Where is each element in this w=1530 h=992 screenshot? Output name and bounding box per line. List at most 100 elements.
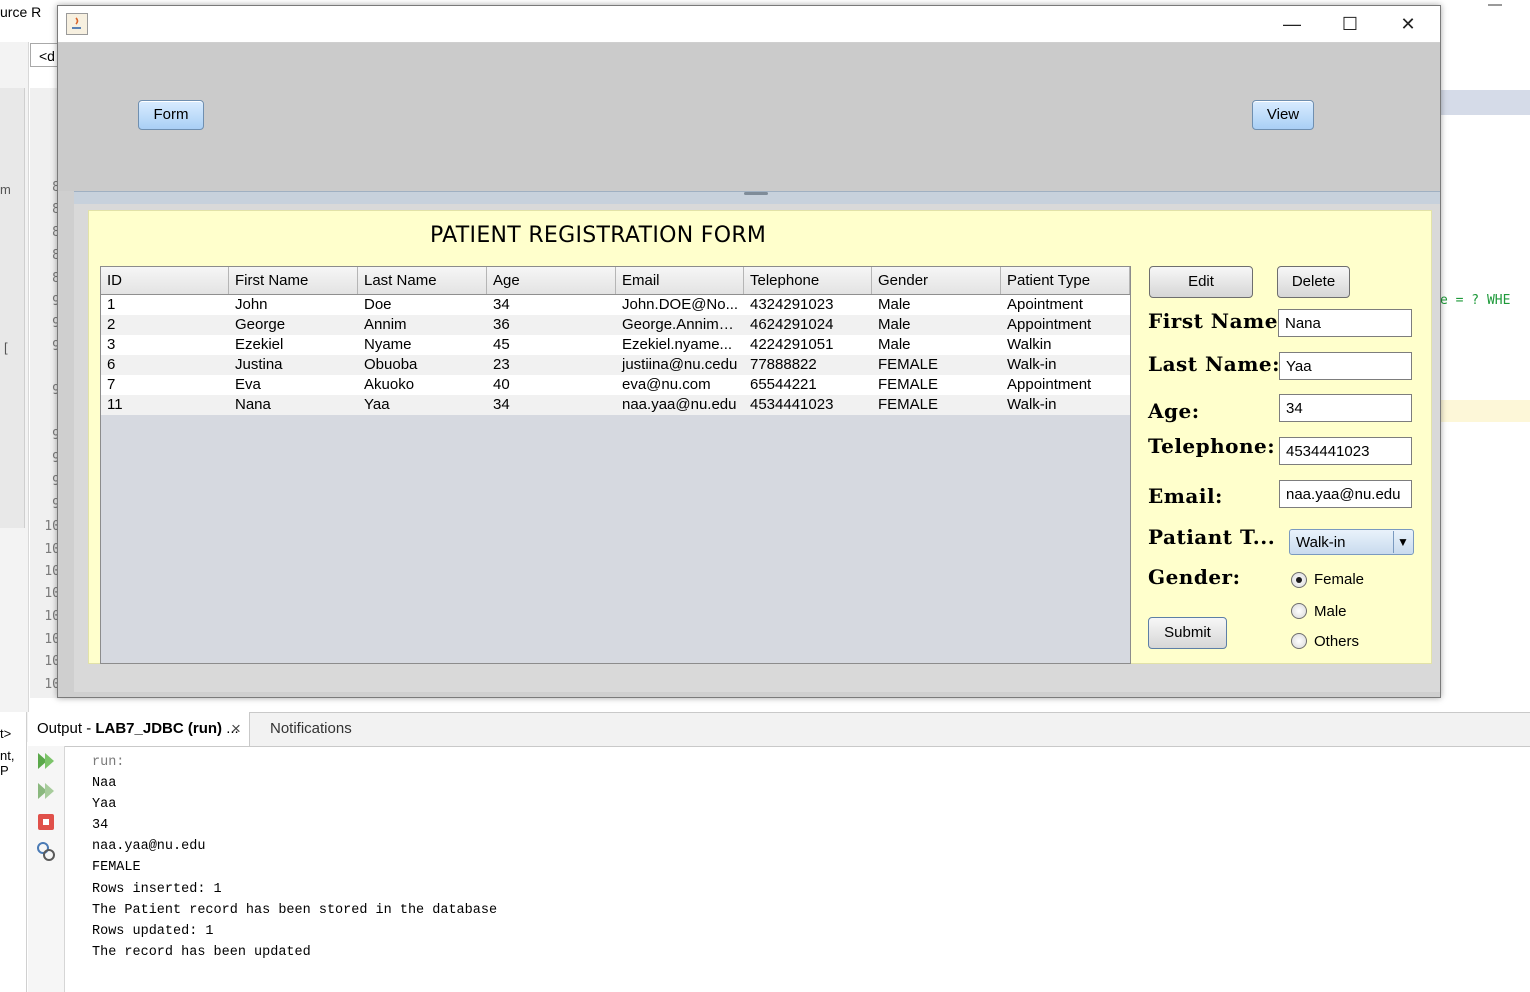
table-cell: Eva	[235, 376, 261, 393]
line-number: 10	[44, 654, 60, 669]
line-number: 9	[32, 474, 60, 489]
edit-button[interactable]: Edit	[1149, 266, 1253, 298]
line-number: 9	[32, 451, 60, 466]
tab-output[interactable]: Output - LAB7_JDBC (run) ... ×	[28, 712, 250, 746]
line-number: 9	[32, 339, 60, 354]
settings-icon[interactable]	[35, 840, 57, 862]
delete-button[interactable]: Delete	[1277, 266, 1350, 298]
table-cell: FEMALE	[878, 396, 939, 413]
line-number: 10	[44, 609, 60, 624]
table-row[interactable]: 6 Justina Obuoba 23 justiina@nu.cedu 77888822…	[101, 355, 1130, 375]
gender-radio-others[interactable]	[1291, 633, 1307, 649]
telephone-label: Telephone:	[1148, 434, 1276, 458]
console-line: 34	[92, 818, 109, 834]
table-cell: FEMALE	[878, 356, 939, 373]
table-row[interactable]: 11 Nana Yaa 34 naa.yaa@nu.edu 4534441023 FEMAL…	[101, 395, 1130, 415]
table-cell: Walk-in	[1007, 396, 1057, 413]
ide-editor-right	[1440, 150, 1530, 698]
table-cell: 3	[107, 336, 116, 353]
console-line: Rows updated: 1	[92, 923, 214, 939]
chevron-down-icon[interactable]: ▼	[1393, 531, 1412, 553]
column-header[interactable]: ID	[101, 267, 229, 294]
table-cell: Male	[878, 336, 911, 353]
console-line: Rows inserted: 1	[92, 881, 222, 897]
age-field[interactable]: 34	[1279, 394, 1412, 422]
gender-option-female[interactable]: Female	[1314, 571, 1364, 588]
table-cell: Apointment	[1007, 296, 1083, 313]
table-row[interactable]: 3 Ezekiel Nyame 45 Ezekiel.nyame... 422429105…	[101, 335, 1130, 355]
output-tab-bar	[28, 712, 1530, 747]
minimize-button[interactable]: —	[1263, 6, 1321, 42]
ide-minimize-icon[interactable]	[1488, 4, 1502, 6]
table-cell: John.DOE@No...	[622, 296, 739, 313]
line-number: 10	[44, 542, 60, 557]
table-row[interactable]: 7 Eva Akuoko 40 eva@nu.com 65544221 FEMALE Appo…	[101, 375, 1130, 395]
split-grip-icon[interactable]	[744, 192, 768, 195]
output-tab-prefix: Output -	[37, 720, 96, 737]
java-icon	[66, 13, 88, 35]
table-cell: FEMALE	[878, 376, 939, 393]
form-nav-button[interactable]: Form	[138, 100, 204, 130]
submit-button[interactable]: Submit	[1148, 617, 1227, 649]
line-number: 10	[44, 677, 60, 692]
ide-left-fragment: m	[0, 182, 11, 197]
column-header[interactable]: First Name	[229, 267, 358, 294]
table-header: ID First Name Last Name Age Email Telephone Ge…	[101, 267, 1130, 295]
ide-left-strip	[0, 88, 25, 528]
maximize-button[interactable]: ☐	[1321, 6, 1379, 42]
gender-option-others[interactable]: Others	[1314, 633, 1359, 650]
table-cell: 34	[493, 396, 510, 413]
rerun-icon[interactable]	[35, 750, 57, 772]
line-number: 9	[32, 428, 60, 443]
table-cell: 11	[107, 396, 123, 413]
line-number: 9	[32, 294, 60, 309]
line-number: 8	[32, 202, 60, 217]
gender-radio-male[interactable]	[1291, 603, 1307, 619]
first-name-label: First Name:	[1148, 309, 1286, 333]
table-cell: 77888822	[750, 356, 817, 373]
column-header[interactable]: Age	[487, 267, 616, 294]
table-cell: Yaa	[364, 396, 390, 413]
page-title: PATIENT REGISTRATION FORM	[430, 223, 767, 248]
column-header[interactable]: Email	[616, 267, 744, 294]
line-number: 9	[32, 316, 60, 331]
line-number: 10	[44, 632, 60, 647]
table-cell: Nyame	[364, 336, 412, 353]
table-cell: 7	[107, 376, 116, 393]
patient-type-select[interactable]: Walk-in ▼	[1289, 529, 1414, 555]
column-header[interactable]: Patient Type	[1001, 267, 1130, 294]
table-cell: Appointment	[1007, 316, 1092, 333]
tab-notifications[interactable]: Notifications	[262, 712, 352, 745]
stop-icon[interactable]	[35, 811, 57, 833]
gender-radio-female[interactable]	[1291, 572, 1307, 588]
first-name-field[interactable]: Nana	[1278, 309, 1412, 337]
table-cell: George.Annim@...	[622, 316, 744, 333]
gender-label: Gender:	[1148, 565, 1241, 589]
view-nav-button[interactable]: View	[1252, 100, 1314, 130]
column-header[interactable]: Gender	[872, 267, 1001, 294]
console-line: The Patient record has been stored in th…	[92, 902, 498, 918]
line-number: 9	[32, 497, 60, 512]
email-field[interactable]: naa.yaa@nu.edu	[1279, 480, 1412, 508]
line-number: 10	[44, 586, 60, 601]
nav-panel	[58, 43, 1440, 191]
ide-menu-fragment[interactable]: urce R	[0, 4, 41, 20]
table-cell: eva@nu.com	[622, 376, 711, 393]
rerun-with-params-icon[interactable]	[35, 780, 57, 802]
line-number: 9	[32, 383, 60, 398]
gender-option-male[interactable]: Male	[1314, 603, 1347, 620]
telephone-field[interactable]: 4534441023	[1279, 437, 1412, 465]
table-cell: 40	[493, 376, 510, 393]
table-cell: Akuoko	[364, 376, 415, 393]
column-header[interactable]: Last Name	[358, 267, 487, 294]
last-name-field[interactable]: Yaa	[1279, 352, 1412, 380]
table-row[interactable]: 2 George Annim 36 George.Annim@... 4624291024…	[101, 315, 1130, 335]
console-line: Yaa	[92, 797, 117, 813]
close-button[interactable]: ✕	[1379, 6, 1437, 42]
column-header[interactable]: Telephone	[744, 267, 872, 294]
patients-table[interactable]: ID First Name Last Name Age Email Telephone Ge…	[100, 266, 1131, 664]
table-row[interactable]: 1 John Doe 34 John.DOE@No... 4324291023 Male Ap…	[101, 295, 1130, 315]
ide-left-fragment: [	[4, 340, 8, 355]
close-icon[interactable]: ×	[231, 712, 241, 745]
table-cell: 1	[107, 296, 116, 313]
